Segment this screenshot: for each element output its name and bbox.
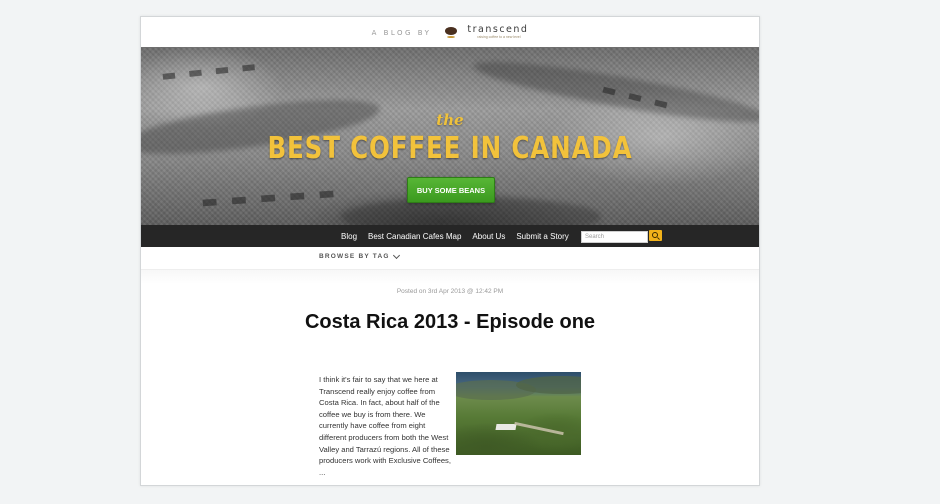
search-input[interactable]: Search (581, 231, 648, 243)
nav-links: Blog Best Canadian Cafes Map About Us Su… (341, 225, 580, 247)
post-image[interactable] (456, 372, 581, 455)
search-button[interactable] (649, 230, 662, 241)
sack-stencil: ▬ ▬ ▬ ▬ ▬ (200, 182, 339, 213)
browse-bar: BROWSE BY TAG (141, 247, 759, 270)
coffee-bean-logo-icon[interactable] (445, 27, 458, 38)
search-icon (652, 232, 658, 238)
nav-item-submit-story[interactable]: Submit a Story (516, 232, 568, 241)
sack-stencil: ▬ ▬ ▬ ▬ (160, 55, 260, 86)
brand-strip: A BLOG BY transcend raising coffee to a … (141, 17, 759, 47)
photo-building (495, 424, 517, 430)
brand-tagline: raising coffee to a new level (477, 35, 521, 39)
hero-title: BEST COFFEE IN CANADA (267, 131, 633, 166)
main-nav: Blog Best Canadian Cafes Map About Us Su… (141, 225, 759, 247)
chevron-down-icon (392, 251, 400, 259)
brand-name: transcend (467, 23, 529, 35)
nav-item-blog[interactable]: Blog (341, 232, 357, 241)
byline-text: A BLOG BY (371, 29, 432, 37)
post-title[interactable]: Costa Rica 2013 - Episode one (291, 310, 609, 335)
buy-beans-button[interactable]: BUY SOME BEANS (407, 177, 495, 203)
post-excerpt: I think it's fair to say that we here at… (319, 375, 451, 477)
post-date: Posted on 3rd Apr 2013 @ 12:42 PM (396, 288, 504, 295)
hero-pretitle: the (436, 111, 464, 129)
blog-page: A BLOG BY transcend raising coffee to a … (140, 16, 760, 486)
brand-logo[interactable]: transcend raising coffee to a new level (467, 23, 529, 40)
hero-banner: ▬ ▬ ▬ ▬ ▬ ▬ ▬ ▬ ▬ ▬ ▬ ▬ the BEST COFFEE … (141, 47, 759, 225)
browse-by-tag-toggle[interactable]: BROWSE BY TAG (319, 251, 400, 260)
nav-item-about[interactable]: About Us (472, 232, 505, 241)
browse-label: BROWSE BY TAG (319, 253, 390, 260)
post-area: Posted on 3rd Apr 2013 @ 12:42 PM Costa … (141, 270, 759, 485)
photo-road (514, 421, 564, 436)
nav-item-cafes-map[interactable]: Best Canadian Cafes Map (368, 232, 461, 241)
